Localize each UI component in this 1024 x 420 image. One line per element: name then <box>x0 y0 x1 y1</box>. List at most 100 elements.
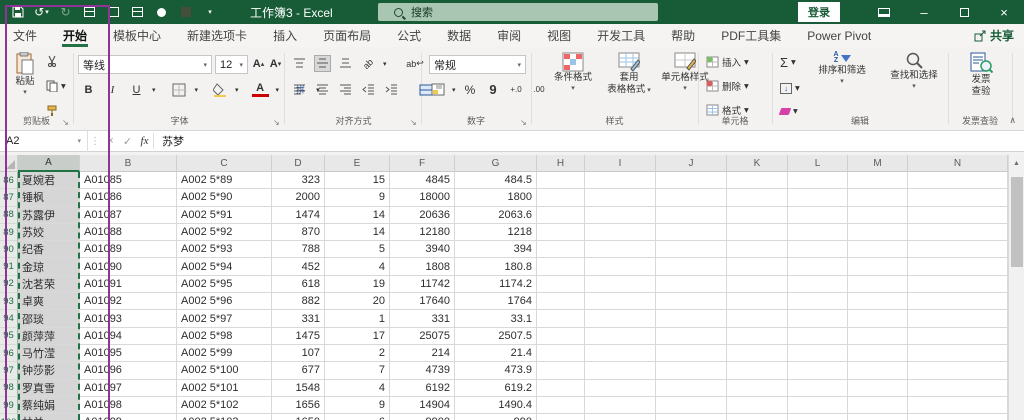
cell-B95[interactable]: A01094 <box>80 327 177 345</box>
cell-E86[interactable]: 15 <box>325 172 390 190</box>
cell-H95[interactable] <box>537 327 585 345</box>
row-header-91[interactable]: 91 <box>0 258 18 276</box>
cell-G95[interactable]: 2507.5 <box>455 327 537 345</box>
cell-F97[interactable]: 4739 <box>390 362 455 380</box>
cell-N99[interactable] <box>908 396 1008 415</box>
cell-D92[interactable]: 618 <box>272 275 325 294</box>
cell-D93[interactable]: 882 <box>272 293 325 311</box>
cell-I94[interactable] <box>585 310 656 328</box>
cell-F86[interactable]: 4845 <box>390 172 455 190</box>
font-name-select[interactable]: 等线 ▾ <box>78 55 212 74</box>
cell-M94[interactable] <box>848 310 908 328</box>
cell-G92[interactable]: 1174.2 <box>455 275 537 294</box>
cell-N98[interactable] <box>908 379 1008 397</box>
cell-E88[interactable]: 14 <box>325 206 390 224</box>
cell-M87[interactable] <box>848 189 908 207</box>
cell-A86[interactable]: 夏婉君 <box>18 172 80 190</box>
name-box[interactable]: A2 ▾ <box>0 130 88 152</box>
cell-I90[interactable] <box>585 241 656 259</box>
cell-J95[interactable] <box>656 327 727 345</box>
align-top-button[interactable] <box>291 55 308 72</box>
cell-K97[interactable] <box>727 362 788 380</box>
cell-B97[interactable]: A01096 <box>80 362 177 380</box>
tab-数据[interactable]: 数据 <box>434 24 484 47</box>
orientation-dropdown[interactable]: ▾ <box>383 60 387 68</box>
cell-B86[interactable]: A01085 <box>80 172 177 190</box>
cell-K96[interactable] <box>727 344 788 363</box>
copy-button[interactable]: ▾ <box>46 80 66 92</box>
insert-cells-button[interactable]: 插入 ▾ <box>706 55 768 69</box>
cell-A96[interactable]: 马竹滢 <box>18 344 80 363</box>
row-header-92[interactable]: 92 <box>0 275 18 294</box>
cell-H87[interactable] <box>537 189 585 207</box>
tab-模板中心[interactable]: 模板中心 <box>100 24 174 47</box>
cell-F96[interactable]: 214 <box>390 344 455 363</box>
cell-C95[interactable]: A002 5*98 <box>177 327 272 345</box>
cell-B89[interactable]: A01088 <box>80 223 177 242</box>
alignment-dialog-launcher[interactable]: ↘ <box>410 118 417 127</box>
increase-decimal-button[interactable]: +.0 <box>508 81 525 98</box>
align-middle-button[interactable] <box>314 55 331 72</box>
cell-N87[interactable] <box>908 189 1008 207</box>
cell-J94[interactable] <box>656 310 727 328</box>
document-icon[interactable] <box>130 5 145 20</box>
cell-M90[interactable] <box>848 241 908 259</box>
cell-F88[interactable]: 20636 <box>390 206 455 224</box>
cell-J87[interactable] <box>656 189 727 207</box>
cell-I91[interactable] <box>585 258 656 276</box>
column-header-J[interactable]: J <box>656 155 727 172</box>
cell-K95[interactable] <box>727 327 788 345</box>
cell-F93[interactable]: 17640 <box>390 293 455 311</box>
cell-N95[interactable] <box>908 327 1008 345</box>
cell-C92[interactable]: A002 5*95 <box>177 275 272 294</box>
cell-E100[interactable]: 6 <box>325 414 390 420</box>
column-header-C[interactable]: C <box>177 155 272 172</box>
tab-公式[interactable]: 公式 <box>384 24 434 47</box>
column-header-H[interactable]: H <box>537 155 585 172</box>
cell-F87[interactable]: 18000 <box>390 189 455 207</box>
cell-E93[interactable]: 20 <box>325 293 390 311</box>
conditional-formatting-button[interactable]: 条件格式 ▾ <box>545 52 601 93</box>
cell-F89[interactable]: 12180 <box>390 223 455 242</box>
cell-A91[interactable]: 金琼 <box>18 258 80 276</box>
cell-C93[interactable]: A002 5*96 <box>177 293 272 311</box>
cell-K89[interactable] <box>727 223 788 242</box>
column-header-E[interactable]: E <box>325 155 390 172</box>
cell-F95[interactable]: 25075 <box>390 327 455 345</box>
cell-B98[interactable]: A01097 <box>80 379 177 397</box>
cell-M92[interactable] <box>848 275 908 294</box>
cell-J89[interactable] <box>656 223 727 242</box>
cell-N97[interactable] <box>908 362 1008 380</box>
close-button[interactable]: × <box>984 0 1024 24</box>
cell-J99[interactable] <box>656 396 727 415</box>
name-box-dropdown[interactable]: ▾ <box>77 137 81 145</box>
cell-H100[interactable] <box>537 414 585 420</box>
cell-A100[interactable]: 林兰 <box>18 414 80 420</box>
cell-E98[interactable]: 4 <box>325 379 390 397</box>
align-left-button[interactable] <box>291 81 308 98</box>
formula-bar-resize-handle[interactable]: ⋮ <box>88 136 102 147</box>
confirm-entry-button[interactable]: ✓ <box>119 133 136 150</box>
tab-PDF工具集[interactable]: PDF工具集 <box>708 24 794 47</box>
cell-C98[interactable]: A002 5*101 <box>177 379 272 397</box>
customize-toolbar-button[interactable]: ▾ <box>202 5 217 20</box>
cell-D94[interactable]: 331 <box>272 310 325 328</box>
cell-D86[interactable]: 323 <box>272 172 325 190</box>
cell-L89[interactable] <box>788 223 848 242</box>
cell-L98[interactable] <box>788 379 848 397</box>
column-header-D[interactable]: D <box>272 155 325 172</box>
increase-indent-button[interactable] <box>383 81 400 98</box>
cell-F90[interactable]: 3940 <box>390 241 455 259</box>
borders-dropdown[interactable]: ▾ <box>195 86 199 94</box>
cell-F94[interactable]: 331 <box>390 310 455 328</box>
cell-D88[interactable]: 1474 <box>272 206 325 224</box>
clipboard-dialog-launcher[interactable]: ↘ <box>62 118 69 127</box>
percent-style-button[interactable]: % <box>462 81 479 98</box>
cell-I96[interactable] <box>585 344 656 363</box>
align-right-button[interactable] <box>337 81 354 98</box>
cell-K100[interactable] <box>727 414 788 420</box>
cell-A98[interactable]: 罗真雪 <box>18 379 80 397</box>
cell-H99[interactable] <box>537 396 585 415</box>
cell-K88[interactable] <box>727 206 788 224</box>
cell-G94[interactable]: 33.1 <box>455 310 537 328</box>
